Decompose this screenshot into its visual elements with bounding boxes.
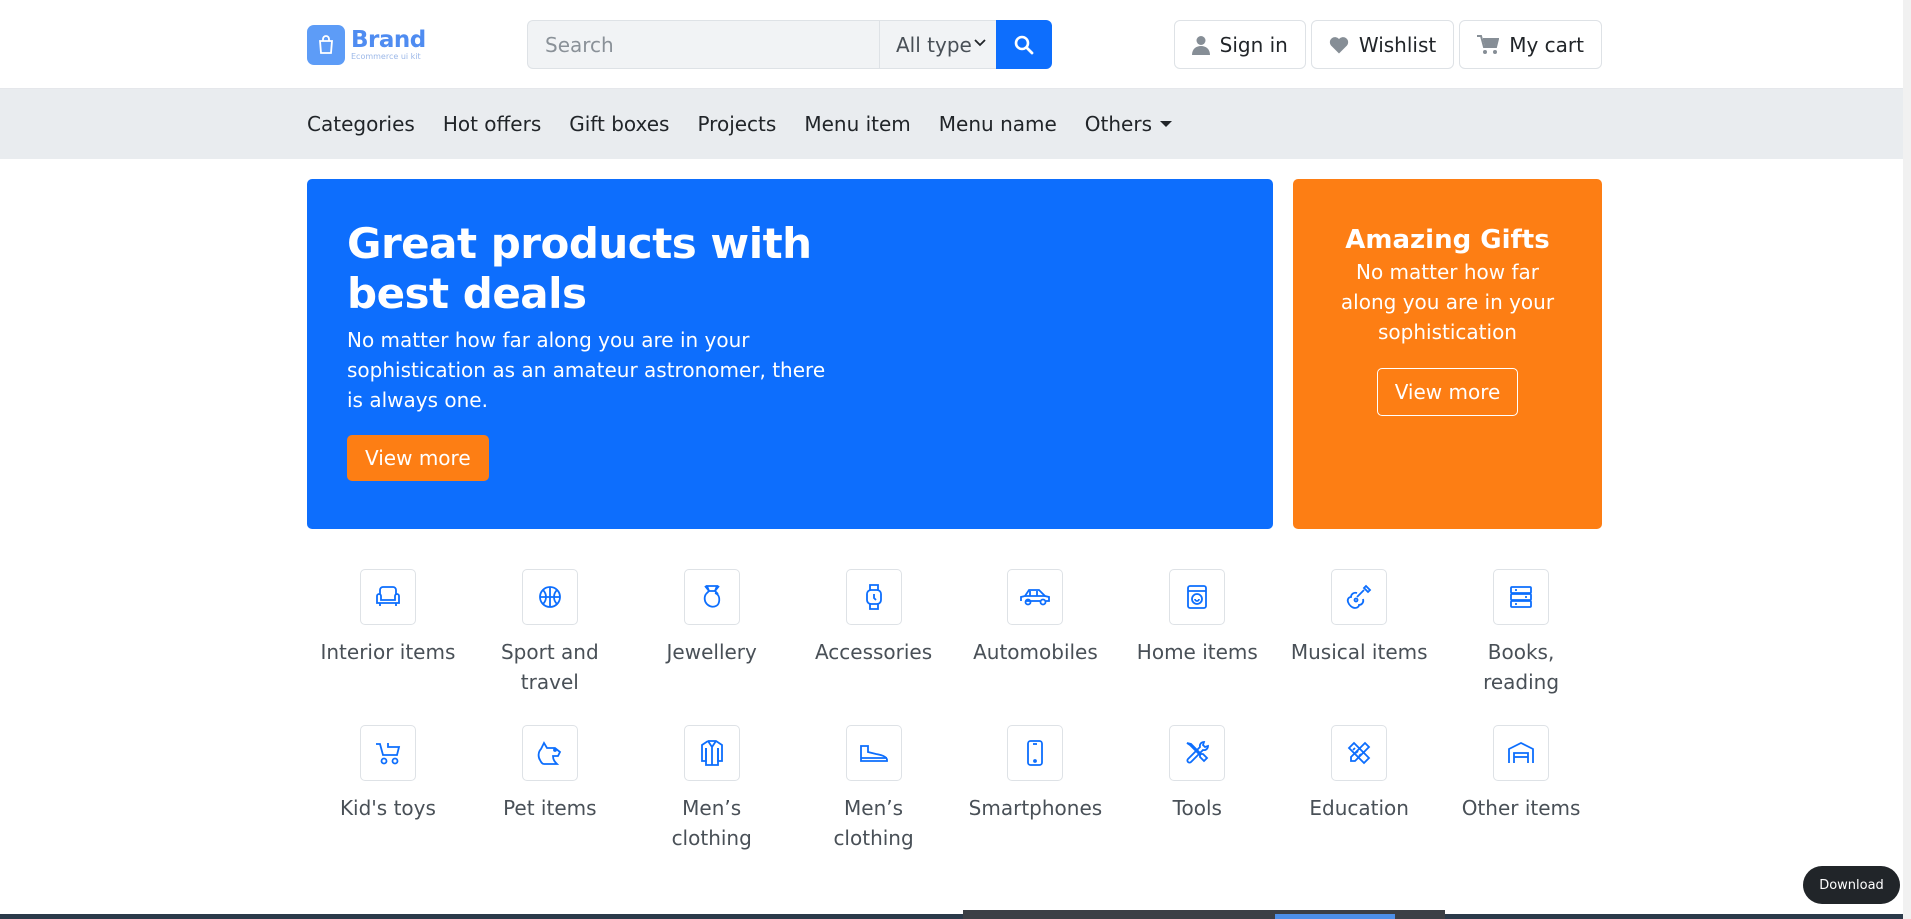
dog-icon	[521, 725, 578, 781]
gift-view-more-button[interactable]: View more	[1376, 368, 1519, 416]
chevron-down-icon	[974, 39, 986, 47]
category-automobiles[interactable]: Automobiles	[955, 569, 1117, 697]
couch-icon	[359, 569, 416, 625]
download-button[interactable]: Download	[1803, 866, 1900, 904]
search-button[interactable]	[996, 20, 1052, 69]
category-mens-clothing[interactable]: Men’s clothing	[631, 725, 793, 853]
category-jewellery[interactable]: Jewellery	[631, 569, 793, 697]
category-label: Sport and travel	[500, 640, 599, 694]
ring-icon	[683, 569, 740, 625]
bottom-footer-edge	[0, 914, 1911, 919]
category-label: Automobiles	[973, 640, 1098, 664]
nav-item-hot-offers[interactable]: Hot offers	[443, 112, 541, 136]
washing-machine-icon	[1169, 569, 1226, 625]
category-smartphones[interactable]: Smartphones	[955, 725, 1117, 853]
category-label: Pet items	[503, 796, 597, 820]
category-grid: Interior items Sport and travel Jeweller…	[307, 569, 1602, 853]
shopping-bag-icon	[307, 25, 345, 65]
search-input[interactable]	[527, 20, 879, 69]
category-label: Interior items	[320, 640, 456, 664]
sign-in-label: Sign in	[1219, 32, 1288, 57]
nav-item-others[interactable]: Others	[1084, 112, 1173, 136]
wishlist-button[interactable]: Wishlist	[1310, 20, 1455, 69]
search-group: All type	[527, 20, 1052, 69]
category-musical-items[interactable]: Musical items	[1278, 569, 1440, 697]
shoe-icon	[845, 725, 902, 781]
car-icon	[1007, 569, 1064, 625]
guitar-icon	[1331, 569, 1388, 625]
category-other-items[interactable]: Other items	[1440, 725, 1602, 853]
vertical-scrollbar[interactable]	[1903, 0, 1911, 919]
category-tools[interactable]: Tools	[1116, 725, 1278, 853]
category-interior-items[interactable]: Interior items	[307, 569, 469, 697]
nav-item-categories[interactable]: Categories	[307, 112, 415, 136]
category-label: Other items	[1461, 796, 1581, 820]
books-icon	[1493, 569, 1550, 625]
category-education[interactable]: Education	[1278, 725, 1440, 853]
sign-in-button[interactable]: Sign in	[1173, 20, 1306, 69]
category-label: Kid's toys	[339, 796, 436, 820]
category-mens-clothing-2[interactable]: Men’s clothing	[793, 725, 955, 853]
category-home-items[interactable]: Home items	[1116, 569, 1278, 697]
nav-item-menu-name[interactable]: Menu name	[939, 112, 1057, 136]
gift-card: Amazing Gifts No matter how far along yo…	[1293, 179, 1602, 529]
cart-icon	[1477, 34, 1500, 54]
brand-name: Brand	[351, 27, 426, 53]
category-label: Men’s clothing	[671, 796, 752, 850]
category-pet-items[interactable]: Pet items	[469, 725, 631, 853]
type-select-value: All type	[896, 32, 972, 57]
category-label: Tools	[1172, 796, 1222, 820]
category-accessories[interactable]: Accessories	[793, 569, 955, 697]
hero-view-more-button[interactable]: View more	[347, 435, 489, 481]
nav-item-others-label: Others	[1084, 112, 1153, 136]
warehouse-icon	[1493, 725, 1550, 781]
cart-label: My cart	[1509, 32, 1584, 57]
brand-logo-link[interactable]: Brand Ecommerce ui kit	[307, 25, 426, 65]
shirt-icon	[683, 725, 740, 781]
category-label: Education	[1309, 796, 1409, 820]
type-select[interactable]: All type	[879, 20, 996, 69]
category-label: Smartphones	[968, 796, 1103, 820]
pencil-ruler-icon	[1331, 725, 1388, 781]
watch-icon	[845, 569, 902, 625]
category-label: Men’s clothing	[833, 796, 914, 850]
brand-tagline: Ecommerce ui kit	[351, 52, 421, 61]
tools-icon	[1169, 725, 1226, 781]
header-actions: Sign in Wishlist My cart	[1173, 20, 1602, 69]
gift-text: No matter how far along you are in your …	[1340, 260, 1555, 344]
basketball-icon	[521, 569, 578, 625]
cart-button[interactable]: My cart	[1459, 20, 1602, 69]
stroller-icon	[359, 725, 416, 781]
category-label: Jewellery	[666, 640, 757, 664]
main-nav: Categories Hot offers Gift boxes Project…	[0, 89, 1911, 159]
search-icon	[1014, 35, 1034, 54]
wishlist-label: Wishlist	[1358, 32, 1437, 57]
category-label: Home items	[1136, 640, 1258, 664]
heart-icon	[1329, 36, 1349, 53]
category-sport-and-travel[interactable]: Sport and travel	[469, 569, 631, 697]
user-icon	[1191, 35, 1210, 55]
caret-down-icon	[1160, 121, 1173, 127]
nav-item-gift-boxes[interactable]: Gift boxes	[569, 112, 669, 136]
bottom-footer-highlight	[1275, 914, 1395, 919]
category-label: Musical items	[1290, 640, 1428, 664]
category-books-reading[interactable]: Books, reading	[1440, 569, 1602, 697]
category-label: Books, reading	[1483, 640, 1560, 694]
nav-item-menu-item[interactable]: Menu item	[804, 112, 910, 136]
hero-title: Great products with best deals	[347, 219, 812, 318]
gift-title: Amazing Gifts	[1345, 225, 1550, 255]
category-label: Accessories	[814, 640, 933, 664]
category-kids-toys[interactable]: Kid's toys	[307, 725, 469, 853]
hero-banner: Great products with best deals No matter…	[307, 179, 1273, 529]
nav-item-projects[interactable]: Projects	[697, 112, 776, 136]
hero-text: No matter how far along you are in your …	[347, 328, 826, 412]
top-header: Brand Ecommerce ui kit All type Sign in …	[0, 0, 1911, 89]
smartphone-icon	[1007, 725, 1064, 781]
